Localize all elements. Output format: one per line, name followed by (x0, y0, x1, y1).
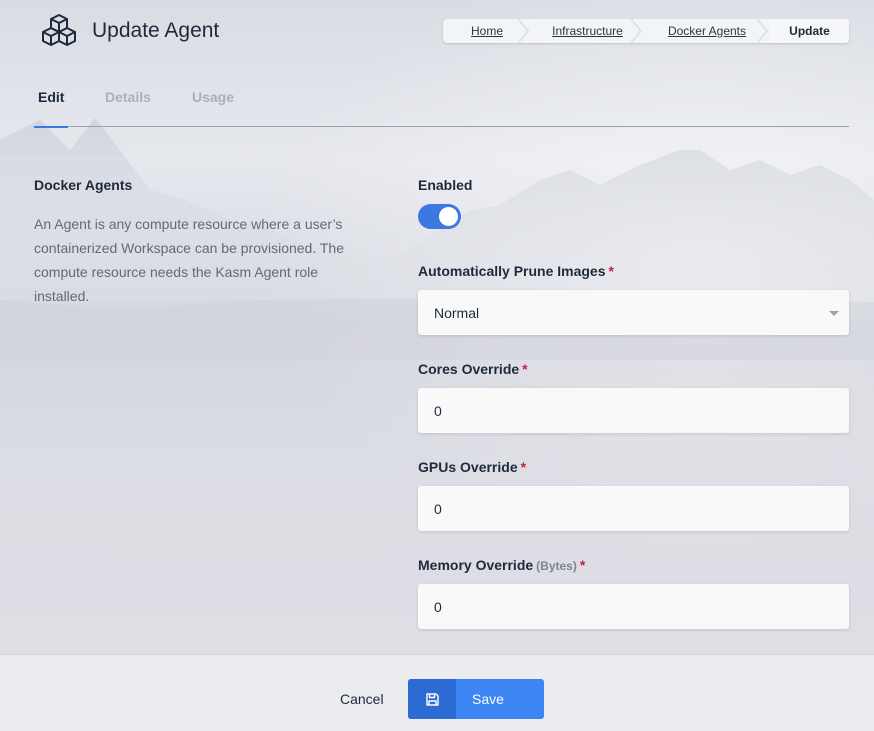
gpus-override-input[interactable] (418, 486, 849, 531)
gpus-override-label-text: GPUs Override (418, 459, 518, 475)
required-marker: * (579, 557, 586, 573)
breadcrumb-update-label: Update (789, 24, 830, 38)
cores-override-label-text: Cores Override (418, 361, 520, 377)
breadcrumb-infrastructure-label: Infrastructure (552, 24, 623, 38)
memory-override-label: Memory Override (Bytes) * (418, 557, 585, 573)
tab-usage[interactable]: Usage (192, 89, 234, 127)
form-footer: Cancel Save (0, 654, 874, 731)
memory-override-label-text: Memory Override (418, 557, 534, 573)
gpus-override-label: GPUs Override * (418, 459, 526, 475)
tab-edit[interactable]: Edit (33, 89, 69, 128)
enabled-toggle[interactable] (418, 204, 461, 229)
save-button[interactable]: Save (408, 679, 544, 719)
breadcrumb-home-label: Home (470, 24, 503, 38)
required-marker: * (522, 361, 528, 377)
breadcrumb-current-update: Update (770, 19, 849, 43)
breadcrumb-docker-agents-link[interactable]: Docker Agents (644, 19, 770, 43)
breadcrumb-separator-icon (631, 19, 643, 43)
page-header: Update Agent Home Infrastructure Docker … (0, 0, 874, 64)
breadcrumb-docker-agents-label: Docker Agents (667, 24, 747, 38)
toggle-knob (439, 207, 458, 226)
tab-details[interactable]: Details (105, 89, 151, 127)
section-description: An Agent is any compute resource where a… (34, 216, 344, 304)
page-title: Update Agent (92, 19, 220, 42)
breadcrumb-infrastructure-link[interactable]: Infrastructure (531, 19, 644, 43)
breadcrumb: Home Infrastructure Docker Agents Update (443, 19, 849, 43)
cores-override-label: Cores Override * (418, 361, 528, 377)
breadcrumb-home-link[interactable]: Home (443, 19, 531, 43)
prune-images-label: Automatically Prune Images * (418, 263, 614, 279)
update-agent-page: Update Agent Home Infrastructure Docker … (0, 0, 874, 731)
required-marker: * (608, 263, 614, 279)
memory-override-input[interactable] (418, 584, 849, 629)
prune-images-label-text: Automatically Prune Images (418, 263, 606, 279)
enabled-label: Enabled (418, 177, 472, 193)
prune-images-value: Normal (434, 304, 480, 321)
floppy-disk-icon (425, 692, 439, 706)
cubes-icon (42, 14, 76, 46)
cancel-button[interactable]: Cancel (340, 691, 384, 707)
tab-bar: Edit Details Usage (33, 86, 849, 128)
chevron-down-icon (829, 311, 839, 316)
save-button-label: Save (472, 691, 504, 707)
enabled-label-text: Enabled (418, 177, 473, 193)
save-icon-box (408, 679, 456, 719)
section-title: Docker Agents (34, 177, 133, 193)
prune-images-select[interactable]: Normal (418, 290, 849, 335)
memory-unit-hint: (Bytes) (536, 559, 577, 573)
breadcrumb-separator-icon (757, 19, 769, 43)
required-marker: * (520, 459, 527, 475)
breadcrumb-separator-icon (518, 19, 530, 43)
cores-override-input[interactable] (418, 388, 849, 433)
